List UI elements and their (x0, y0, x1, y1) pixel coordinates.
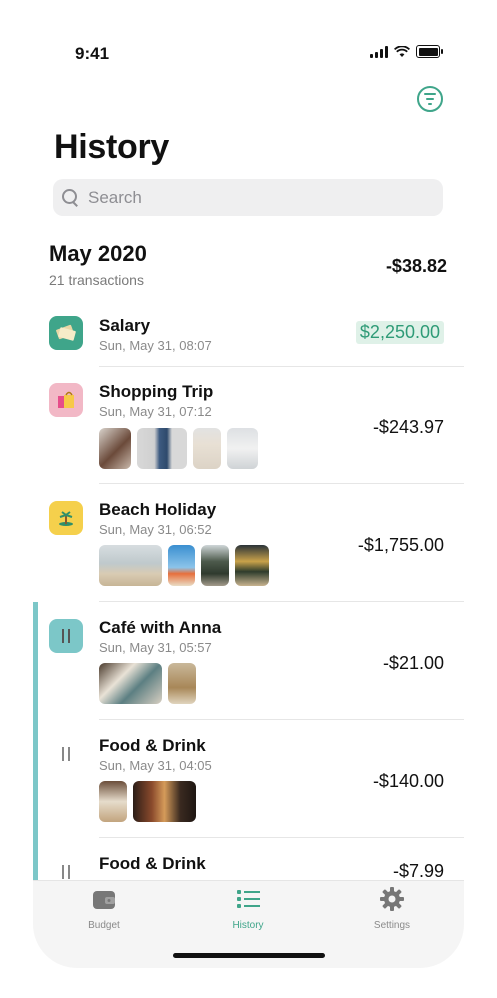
photo-thumbnail[interactable] (99, 663, 162, 704)
tab-history[interactable]: History (198, 887, 298, 931)
page-title: History (54, 128, 170, 166)
status-bar: 9:41 (33, 0, 464, 70)
row-divider (99, 601, 464, 602)
photo-thumbnails (99, 428, 258, 469)
photo-thumbnail[interactable] (168, 545, 195, 586)
transaction-amount: -$243.97 (372, 417, 444, 437)
tab-budget-label: Budget (88, 920, 120, 931)
gear-icon (380, 887, 404, 911)
search-input[interactable] (86, 186, 420, 209)
phone-screen: 9:41 History May 2020 21 transactions -$… (33, 0, 464, 968)
tab-history-label: History (232, 920, 264, 931)
cellular-signal-icon (370, 45, 388, 58)
transaction-amount: -$1,755.00 (357, 535, 444, 555)
cutlery-icon (49, 619, 83, 653)
photo-thumbnails (99, 545, 269, 586)
transaction-name: Shopping Trip (99, 382, 214, 401)
photo-thumbnail[interactable] (99, 545, 162, 586)
row-divider (99, 719, 464, 720)
photo-thumbnail[interactable] (99, 781, 127, 822)
photo-thumbnails (99, 663, 196, 704)
home-indicator (173, 953, 325, 958)
tab-settings-label: Settings (373, 920, 411, 931)
transaction-date: Sun, May 31, 06:52 (99, 522, 212, 537)
status-time: 9:41 (75, 44, 110, 63)
transaction-date: Sun, May 31, 08:07 (99, 338, 212, 353)
row-divider (99, 483, 464, 484)
photo-thumbnail[interactable] (99, 428, 131, 469)
battery-icon (416, 45, 443, 58)
transaction-row[interactable]: Salary Sun, May 31, 08:07 $2,250.00 (33, 310, 464, 367)
wallet-icon (93, 891, 115, 909)
transaction-row[interactable]: Shopping Trip Sun, May 31, 07:12 -$243.9… (33, 372, 464, 484)
transaction-name: Salary (99, 316, 151, 335)
transaction-date: Sun, May 31, 05:57 (99, 640, 212, 655)
list-icon (237, 890, 260, 908)
transaction-amount: -$21.00 (382, 653, 444, 673)
row-divider (99, 837, 464, 838)
search-icon (62, 188, 80, 207)
transaction-name: Café with Anna (99, 618, 222, 637)
section-total: -$38.82 (385, 256, 447, 276)
transaction-row[interactable]: Café with Anna Sun, May 31, 05:57 -$21.0… (33, 608, 464, 720)
cutlery-icon (49, 737, 83, 771)
photo-thumbnails (99, 781, 196, 822)
photo-thumbnail[interactable] (227, 428, 258, 469)
photo-thumbnail[interactable] (168, 663, 196, 704)
palm-tree-icon (49, 501, 83, 535)
photo-thumbnail[interactable] (193, 428, 221, 469)
section-count: 21 transactions (49, 272, 144, 288)
transaction-amount: -$140.00 (372, 771, 444, 791)
row-divider (99, 366, 464, 367)
status-icons (370, 45, 443, 58)
transaction-row[interactable]: Beach Holiday Sun, May 31, 06:52 -$1,755… (33, 490, 464, 602)
photo-thumbnail[interactable] (137, 428, 187, 469)
filter-button[interactable] (417, 86, 443, 112)
money-icon (49, 316, 83, 350)
transaction-row[interactable]: Food & Drink Sun, May 31, 04:05 -$140.00 (33, 726, 464, 838)
photo-thumbnail[interactable] (201, 545, 229, 586)
search-bar[interactable] (53, 179, 443, 216)
transaction-amount: -$7.99 (392, 861, 444, 881)
transaction-name: Food & Drink (99, 854, 206, 873)
wifi-icon (394, 45, 410, 57)
tab-budget[interactable]: Budget (54, 887, 154, 931)
photo-thumbnail[interactable] (235, 545, 269, 586)
transaction-name: Beach Holiday (99, 500, 217, 519)
transaction-row[interactable]: Food & Drink -$7.99 (33, 844, 464, 884)
transaction-amount: $2,250.00 (355, 321, 444, 344)
transaction-date: Sun, May 31, 04:05 (99, 758, 212, 773)
shopping-bag-icon (49, 383, 83, 417)
transaction-date: Sun, May 31, 07:12 (99, 404, 212, 419)
transaction-name: Food & Drink (99, 736, 206, 755)
photo-thumbnail[interactable] (133, 781, 196, 822)
section-month: May 2020 (49, 241, 147, 266)
tab-settings[interactable]: Settings (342, 887, 442, 931)
